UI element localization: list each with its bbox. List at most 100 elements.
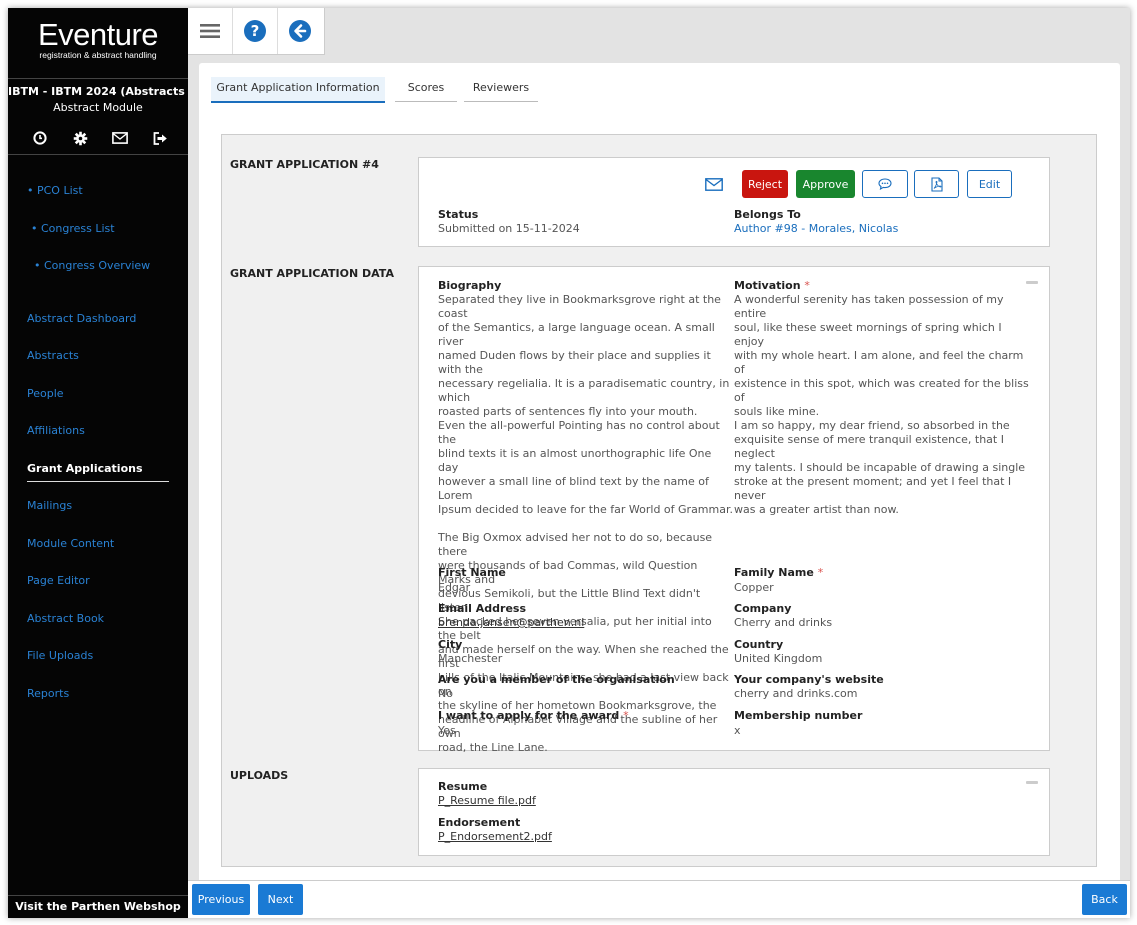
module-title: Abstract Module <box>53 101 143 114</box>
sidebar-icon-row <box>30 128 170 148</box>
tab-scores[interactable]: Scores <box>395 77 457 102</box>
city-label: City <box>438 638 463 651</box>
comment-button[interactable] <box>862 170 908 198</box>
divider <box>8 154 188 155</box>
member-label: Are you a member of the organisation <box>438 673 675 686</box>
tab-reviewers[interactable]: Reviewers <box>464 77 538 102</box>
webshop-link[interactable]: Visit the Parthen Webshop <box>8 895 188 918</box>
logo-subtitle: registration & abstract handling <box>39 50 157 60</box>
country-label: Country <box>734 638 784 651</box>
help-icon: ? <box>244 20 266 42</box>
email-address-label: Email Address <box>438 602 527 615</box>
sidebar-item-pco-list[interactable]: • PCO List <box>27 184 83 197</box>
logout-icon[interactable] <box>150 128 170 148</box>
company-label: Company <box>734 602 792 615</box>
motivation-text: A wonderful serenity has taken possessio… <box>734 293 1029 516</box>
uploads-card: Resume P_Resume file.pdf Endorsement P_E… <box>418 768 1050 856</box>
logo-text: Eventure <box>37 17 159 52</box>
email-icon[interactable] <box>705 178 723 194</box>
sidebar-item-congress-list[interactable]: • Congress List <box>31 222 115 235</box>
application-data-card: Biography Separated they live in Bookmar… <box>418 266 1050 754</box>
city-value: Manchester <box>438 652 503 665</box>
help-button[interactable]: ? <box>233 8 278 54</box>
motivation-label: Motivation * <box>734 279 810 292</box>
website-value: cherry and drinks.com <box>734 687 858 700</box>
content-panel: Grant Application Information Scores Rev… <box>199 63 1120 883</box>
award-label: I want to apply for the award * <box>438 709 629 722</box>
sidebar-item-abstract-book[interactable]: Abstract Book <box>27 612 104 625</box>
sidebar-item-grant-applications[interactable]: Grant Applications <box>27 462 143 475</box>
email-address-link[interactable]: brenda.jansen@parthen.nl <box>438 616 584 629</box>
application-card: Reject Approve Edit Status Submitted on … <box>418 157 1050 247</box>
biography-label: Biography <box>438 279 502 292</box>
collapse-icon[interactable] <box>1026 781 1038 784</box>
required-mark: * <box>804 279 810 292</box>
first-name-value: Edgar <box>438 581 471 594</box>
family-name-label-text: Family Name <box>734 566 814 579</box>
event-title: IBTM - IBTM 2024 (Abstracts & Par... <box>8 85 188 98</box>
menu-button[interactable] <box>188 8 233 54</box>
edit-button[interactable]: Edit <box>967 170 1012 198</box>
clock-icon[interactable] <box>30 128 50 148</box>
menu-icon <box>200 24 220 38</box>
divider <box>8 78 188 79</box>
svg-text:?: ? <box>251 22 260 40</box>
sidebar-item-people[interactable]: People <box>27 387 64 400</box>
endorsement-file-link[interactable]: P_Endorsement2.pdf <box>438 830 552 843</box>
sidebar-item-abstract-dashboard[interactable]: Abstract Dashboard <box>27 312 136 325</box>
award-label-text: I want to apply for the award <box>438 709 620 722</box>
reject-button[interactable]: Reject <box>742 170 788 198</box>
required-mark: * <box>623 709 629 722</box>
membership-label: Membership number <box>734 709 863 722</box>
belongs-to-link[interactable]: Author #98 - Morales, Nicolas <box>734 222 898 235</box>
comment-icon <box>878 178 892 190</box>
top-toolbar: ? <box>188 8 325 55</box>
family-name-value: Copper <box>734 581 774 594</box>
logo[interactable]: Eventure registration & abstract handlin… <box>8 17 188 61</box>
sidebar-item-file-uploads[interactable]: File Uploads <box>27 649 93 662</box>
sidebar-item-abstracts[interactable]: Abstracts <box>27 349 79 362</box>
first-name-label: First Name <box>438 566 506 579</box>
motivation-label-text: Motivation <box>734 279 801 292</box>
application-container: GRANT APPLICATION #4 Reject Approve Edit… <box>221 134 1097 867</box>
gear-icon[interactable] <box>70 128 90 148</box>
active-indicator <box>27 481 169 482</box>
next-button[interactable]: Next <box>258 884 303 915</box>
section-title-data: GRANT APPLICATION DATA <box>230 267 394 280</box>
back-button[interactable]: Back <box>1082 884 1127 915</box>
sidebar-item-mailings[interactable]: Mailings <box>27 499 72 512</box>
belongs-to-label: Belongs To <box>734 208 801 221</box>
status-label: Status <box>438 208 479 221</box>
member-value: No <box>438 687 453 700</box>
resume-file-link[interactable]: P_Resume file.pdf <box>438 794 536 807</box>
back-nav-button[interactable] <box>278 8 322 54</box>
pdf-icon <box>930 176 943 192</box>
country-value: United Kingdom <box>734 652 823 665</box>
resume-label: Resume <box>438 780 488 793</box>
envelope-icon[interactable] <box>110 128 130 148</box>
sidebar-item-congress-overview[interactable]: • Congress Overview <box>34 259 150 272</box>
sidebar-item-module-content[interactable]: Module Content <box>27 537 114 550</box>
required-mark: * <box>817 566 824 579</box>
sidebar-item-reports[interactable]: Reports <box>27 687 69 700</box>
family-name-label: Family Name * <box>734 566 823 579</box>
section-title-uploads: UPLOADS <box>230 769 289 782</box>
tab-grant-application-information[interactable]: Grant Application Information <box>211 77 385 103</box>
status-value: Submitted on 15-11-2024 <box>438 222 580 235</box>
endorsement-label: Endorsement <box>438 816 521 829</box>
previous-button[interactable]: Previous <box>192 884 250 915</box>
sidebar: Eventure registration & abstract handlin… <box>8 8 188 918</box>
membership-value: x <box>734 724 741 737</box>
pdf-button[interactable] <box>914 170 959 198</box>
bottom-bar: Previous Next Back <box>188 880 1130 918</box>
collapse-icon[interactable] <box>1026 281 1038 284</box>
award-value: Yes <box>438 724 456 737</box>
approve-button[interactable]: Approve <box>796 170 855 198</box>
company-value: Cherry and drinks <box>734 616 833 629</box>
section-title-application: GRANT APPLICATION #4 <box>230 158 379 171</box>
website-label: Your company's website <box>734 673 884 686</box>
back-arrow-icon <box>289 20 311 42</box>
app-window: Eventure registration & abstract handlin… <box>8 8 1130 918</box>
sidebar-item-page-editor[interactable]: Page Editor <box>27 574 90 587</box>
sidebar-item-affiliations[interactable]: Affiliations <box>27 424 85 437</box>
